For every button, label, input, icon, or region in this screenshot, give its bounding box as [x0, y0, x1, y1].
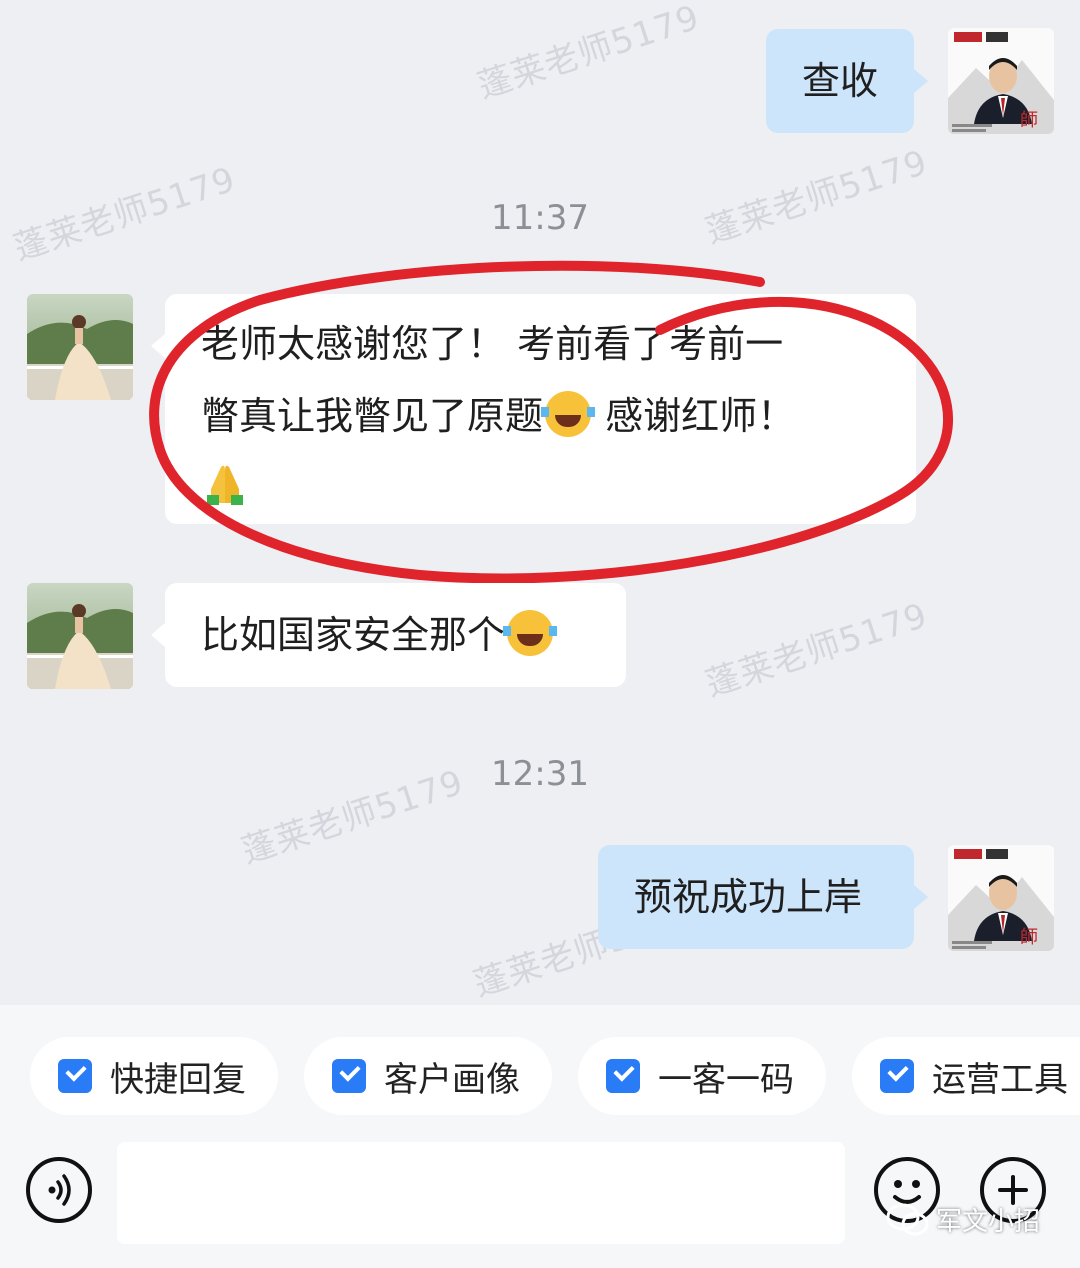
quick-reply-chip[interactable]: 快捷回复 [30, 1037, 278, 1115]
message-text: 预祝成功上岸 [634, 875, 863, 919]
customer-profile-chip[interactable]: 客户画像 [304, 1037, 552, 1115]
face-with-tears-of-joy-icon [503, 610, 558, 656]
wechat-icon [886, 1203, 929, 1235]
chip-label: 快捷回复 [110, 1059, 246, 1100]
operations-tools-chip[interactable]: 运营工具 [852, 1037, 1080, 1115]
chat-area: 蓬莱老师5179 蓬莱老师5179 蓬莱老师5179 蓬莱老师5179 蓬莱老师… [0, 0, 1080, 1005]
checkbox-icon [332, 1059, 366, 1093]
message-input[interactable] [117, 1142, 845, 1244]
red-highlight-circle [149, 260, 953, 584]
chip-label: 客户画像 [384, 1059, 520, 1100]
message-text: 比如国家安全那个 [201, 613, 506, 657]
chip-label: 一客一码 [658, 1059, 794, 1100]
one-customer-one-code-chip[interactable]: 一客一码 [578, 1037, 826, 1115]
bottom-toolbar: 快捷回复 客户画像 一客一码 运营工具 军文小招 [0, 1005, 1080, 1268]
checkbox-icon [606, 1059, 640, 1093]
checkbox-icon [58, 1059, 92, 1093]
voice-icon [48, 1174, 71, 1206]
voice-button[interactable] [26, 1157, 92, 1223]
timestamp: 12:31 [491, 754, 589, 794]
chip-label: 运营工具 [932, 1059, 1068, 1100]
teacher-avatar[interactable]: 師 [948, 845, 1054, 951]
message-bubble-received[interactable]: 比如国家安全那个 [151, 583, 626, 687]
checkbox-icon [880, 1059, 914, 1093]
student-avatar[interactable] [27, 583, 133, 689]
source-credit: 军文小招 [886, 1201, 1040, 1238]
svg-text:師: 師 [1020, 927, 1038, 948]
message-bubble-sent[interactable]: 预祝成功上岸 [598, 845, 928, 949]
credit-text: 军文小招 [936, 1207, 1041, 1237]
